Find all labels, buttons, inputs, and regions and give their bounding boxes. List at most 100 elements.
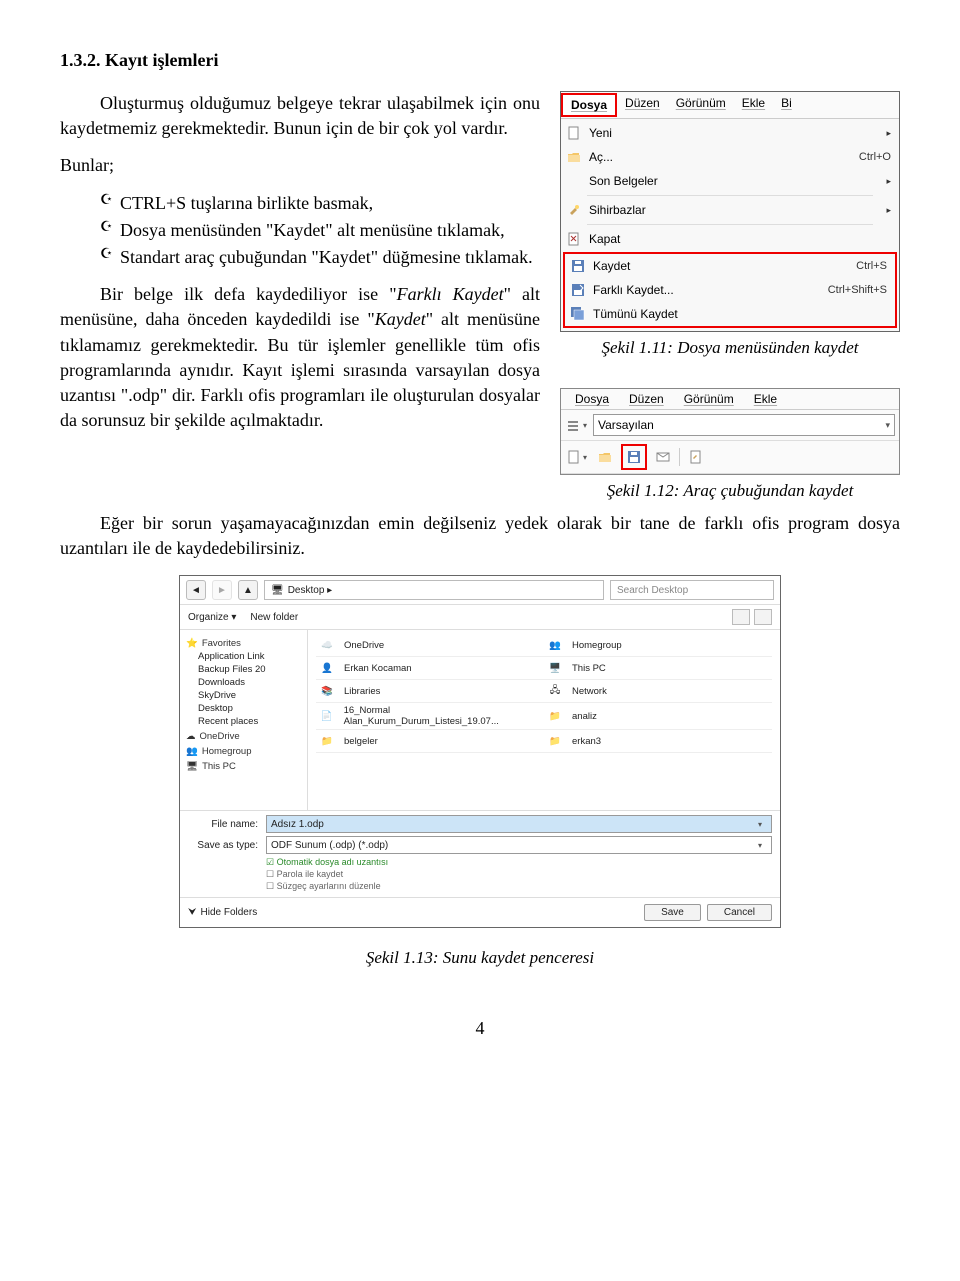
save-icon bbox=[569, 258, 587, 274]
sidebar-item[interactable]: Downloads bbox=[186, 677, 301, 688]
edit-icon[interactable] bbox=[684, 445, 708, 469]
file-item[interactable]: 🖥️This PC bbox=[544, 659, 772, 677]
bullet-item: Dosya menüsünden "Kaydet" alt menüsüne t… bbox=[100, 218, 540, 243]
highlighted-save-group: Kaydet Ctrl+S Farklı Kaydet... Ctrl+Shif… bbox=[563, 252, 897, 328]
filename-row: File name: Adsız 1.odp ▾ bbox=[188, 815, 772, 833]
sidebar-favorites[interactable]: ⭐ Favorites bbox=[186, 638, 301, 649]
sidebar-thispc[interactable]: 🖥 This PC bbox=[186, 761, 301, 772]
menu-item-farkli-kaydet[interactable]: Farklı Kaydet... Ctrl+Shift+S bbox=[565, 278, 895, 302]
submenu-arrow-icon: ▸ bbox=[886, 176, 891, 187]
save-button[interactable] bbox=[621, 444, 647, 470]
check-auto-ext[interactable]: ☑ Otomatik dosya adı uzantısı bbox=[266, 857, 772, 868]
bullet-item: CTRL+S tuşlarına birlikte basmak, bbox=[100, 191, 540, 216]
cancel-button[interactable]: Cancel bbox=[707, 904, 772, 921]
menubar-item-dosya[interactable]: Dosya bbox=[561, 93, 617, 117]
new-folder-button[interactable]: New folder bbox=[250, 612, 298, 623]
file-item[interactable]: 📁belgeler bbox=[316, 732, 544, 750]
mini-menubar-duzen[interactable]: Düzen bbox=[619, 390, 674, 408]
file-item[interactable]: ☁️OneDrive bbox=[316, 636, 544, 654]
dropdown-arrow-icon: ▾ bbox=[753, 841, 767, 850]
mini-menubar-gorunum[interactable]: Görünüm bbox=[674, 390, 744, 408]
sidebar-item[interactable]: Desktop bbox=[186, 703, 301, 714]
file-item[interactable]: 👤Erkan Kocaman bbox=[316, 659, 544, 677]
close-doc-icon bbox=[565, 231, 583, 247]
nav-back-button[interactable]: ◄ bbox=[186, 580, 206, 600]
mail-icon[interactable] bbox=[651, 445, 675, 469]
wizard-icon bbox=[565, 202, 583, 218]
style-select-value: Varsayılan bbox=[598, 418, 654, 432]
menu-label: Son Belgeler bbox=[589, 174, 886, 188]
menu-shortcut: Ctrl+Shift+S bbox=[828, 284, 887, 296]
menu-item-kaydet[interactable]: Kaydet Ctrl+S bbox=[565, 254, 895, 278]
menu-item-ac[interactable]: Aç... Ctrl+O bbox=[561, 145, 899, 169]
nav-up-button[interactable]: ▲ bbox=[238, 580, 258, 600]
file-item[interactable]: 📁erkan3 bbox=[544, 732, 772, 750]
check-password[interactable]: ☐ Parola ile kaydet bbox=[266, 869, 772, 880]
hide-folders-label: Hide Folders bbox=[201, 907, 258, 918]
check-filter[interactable]: ☐ Süzgeç ayarlarını düzenle bbox=[266, 881, 772, 892]
figure-caption-2: Şekil 1.12: Araç çubuğundan kaydet bbox=[560, 481, 900, 501]
menu-label: Kapat bbox=[589, 232, 891, 246]
save-button[interactable]: Save bbox=[644, 904, 701, 921]
sidebar-item[interactable]: Backup Files 20 bbox=[186, 664, 301, 675]
menu-item-son-belgeler[interactable]: Son Belgeler ▸ bbox=[561, 169, 899, 193]
paragraph-2: Bir belge ilk defa kaydediliyor ise "Far… bbox=[60, 282, 540, 433]
file-item[interactable]: 👥Homegroup bbox=[544, 636, 772, 654]
organize-menu[interactable]: Organize ▾ bbox=[188, 612, 236, 623]
menubar: Dosya Düzen Görünüm Ekle Bi bbox=[561, 92, 899, 119]
nav-fwd-button[interactable]: ► bbox=[212, 580, 232, 600]
menu-label: Tümünü Kaydet bbox=[593, 307, 887, 321]
file-area: ☁️OneDrive 👥Homegroup 👤Erkan Kocaman 🖥️T… bbox=[308, 630, 780, 810]
menubar-item-duzen[interactable]: Düzen bbox=[617, 93, 668, 117]
section-heading: 1.3.2. Kayıt işlemleri bbox=[60, 50, 900, 71]
left-column: Oluşturmuş olduğumuz belgeye tekrar ulaş… bbox=[60, 91, 540, 501]
search-input[interactable]: Search Desktop bbox=[610, 580, 774, 600]
outline-dropdown-icon[interactable] bbox=[565, 413, 589, 437]
para2-a: Bir belge ilk defa kaydediliyor ise " bbox=[100, 284, 397, 304]
sidebar-homegroup[interactable]: 👥 Homegroup bbox=[186, 746, 301, 757]
para2-b: Farklı Kaydet bbox=[397, 284, 504, 304]
toolbar-row-2 bbox=[561, 441, 899, 474]
homegroup-icon: 👥 bbox=[544, 636, 566, 654]
dialog-body: ⭐ Favorites Application Link Backup File… bbox=[180, 630, 780, 810]
savetype-select[interactable]: ODF Sunum (.odp) (*.odp) ▾ bbox=[266, 836, 772, 854]
file-item[interactable]: 📁analiz bbox=[544, 707, 772, 725]
hide-folders-button[interactable]: ⮟ Hide Folders bbox=[188, 907, 257, 918]
checkbox-area: ☑ Otomatik dosya adı uzantısı ☐ Parola i… bbox=[266, 857, 772, 892]
filename-input[interactable]: Adsız 1.odp ▾ bbox=[266, 815, 772, 833]
mini-menubar-dosya[interactable]: Dosya bbox=[565, 390, 619, 408]
menubar-item-gorunum[interactable]: Görünüm bbox=[668, 93, 734, 117]
style-select[interactable]: Varsayılan ▾ bbox=[593, 414, 895, 436]
menubar-item-ekle[interactable]: Ekle bbox=[734, 93, 773, 117]
dialog-fields: File name: Adsız 1.odp ▾ Save as type: O… bbox=[180, 810, 780, 897]
user-icon: 👤 bbox=[316, 659, 338, 677]
file-item[interactable]: 🖧Network bbox=[544, 682, 772, 700]
folder-icon: 📁 bbox=[316, 732, 338, 750]
new-doc-dropdown-icon[interactable] bbox=[565, 445, 589, 469]
dialog-topbar: ◄ ► ▲ 🖥 Desktop ▸ Search Desktop bbox=[180, 576, 780, 605]
menu-item-sihirbazlar[interactable]: Sihirbazlar ▸ bbox=[561, 198, 899, 222]
toolbar-screenshot: Dosya Düzen Görünüm Ekle Varsayılan ▾ bbox=[560, 388, 900, 475]
file-item[interactable]: 📄16_Normal Alan_Kurum_Durum_Listesi_19.0… bbox=[316, 705, 544, 727]
view-mode-button[interactable] bbox=[732, 609, 750, 625]
menu-separator bbox=[587, 195, 873, 196]
sidebar-item[interactable]: Application Link bbox=[186, 651, 301, 662]
open-folder-icon[interactable] bbox=[593, 445, 617, 469]
breadcrumb[interactable]: 🖥 Desktop ▸ bbox=[264, 580, 604, 600]
file-item[interactable]: 📚Libraries bbox=[316, 682, 544, 700]
menu-item-yeni[interactable]: Yeni ▸ bbox=[561, 121, 899, 145]
sidebar-onedrive[interactable]: ☁ OneDrive bbox=[186, 731, 301, 742]
menubar-item-bicim[interactable]: Bi bbox=[773, 93, 800, 117]
view-buttons bbox=[732, 609, 772, 625]
menu-item-tumunu-kaydet[interactable]: Tümünü Kaydet bbox=[565, 302, 895, 326]
help-button[interactable] bbox=[754, 609, 772, 625]
mini-menubar-ekle[interactable]: Ekle bbox=[744, 390, 787, 408]
sidebar-item[interactable]: SkyDrive bbox=[186, 690, 301, 701]
sidebar-item[interactable]: Recent places bbox=[186, 716, 301, 727]
right-column: Dosya Düzen Görünüm Ekle Bi Yeni ▸ bbox=[560, 91, 900, 501]
dropdown-arrow-icon: ▾ bbox=[753, 820, 767, 829]
savetype-label: Save as type: bbox=[188, 840, 258, 851]
open-folder-icon bbox=[565, 149, 583, 165]
filename-value: Adsız 1.odp bbox=[271, 819, 324, 830]
menu-item-kapat[interactable]: Kapat bbox=[561, 227, 899, 251]
